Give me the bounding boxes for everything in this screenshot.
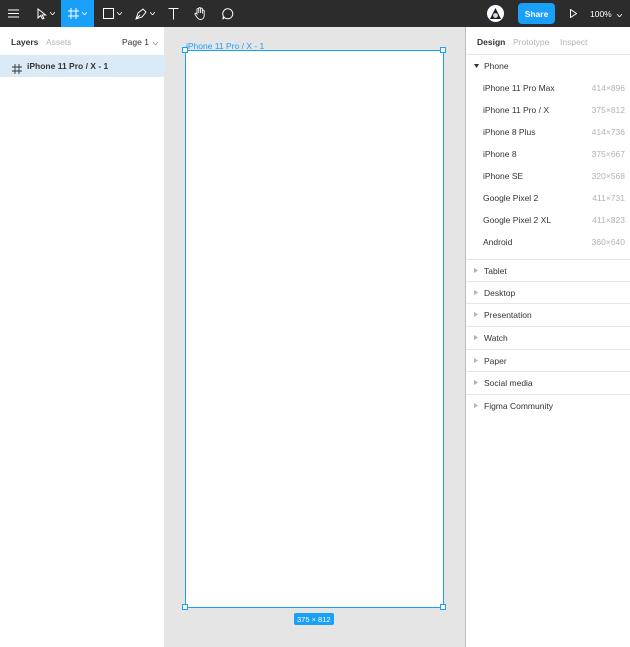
section-label: Presentation [484,309,532,320]
preset-iphone-se[interactable]: iPhone SE 320×568 [466,165,630,187]
frame-size-badge: 375 × 812 [294,613,334,625]
section-label: Paper [484,355,507,366]
preset-dims: 411×731 [592,193,625,203]
toolbar: Share 100% [0,0,630,27]
preset-name: iPhone SE [483,171,524,181]
section-label: Desktop [484,287,516,298]
preset-name: Google Pixel 2 [483,193,539,203]
comment-icon [222,7,234,20]
present-button[interactable] [565,0,581,27]
rectangle-icon [102,8,114,19]
shape-tool-button[interactable] [97,0,127,27]
resize-handle-top-left[interactable] [182,47,188,53]
resize-handle-bottom-left[interactable] [182,604,188,610]
pen-icon [135,7,147,20]
section-label: Figma Community [484,400,553,411]
preset-dims: 414×896 [591,83,625,93]
play-icon [569,9,577,18]
main-menu-button[interactable] [0,0,27,27]
preset-name: iPhone 11 Pro / X [483,105,549,115]
move-tool-button[interactable] [32,0,60,27]
preset-dims: 320×568 [591,171,625,181]
caret-right-icon [466,335,484,340]
preset-google-pixel-2[interactable]: Google Pixel 2 411×731 [466,187,630,209]
preset-iphone-8-plus[interactable]: iPhone 8 Plus 414×736 [466,121,630,143]
preset-dims: 375×812 [591,105,625,115]
layer-row[interactable]: iPhone 11 Pro / X - 1 [0,55,165,77]
chevron-down-icon [616,9,623,19]
preset-google-pixel-2-xl[interactable]: Google Pixel 2 XL 411×823 [466,209,630,231]
canvas[interactable]: iPhone 11 Pro / X - 1 375 × 812 [165,27,465,647]
section-tablet[interactable]: Tablet [466,259,630,281]
page-dropdown[interactable]: Page 1 [122,37,159,47]
text-tool-button[interactable] [162,0,184,27]
preset-dims: 414×736 [591,127,625,137]
caret-right-icon [466,358,484,363]
preset-iphone-8[interactable]: iPhone 8 375×667 [466,143,630,165]
caret-right-icon [466,312,484,317]
chevron-down-icon [150,12,155,15]
hand-icon [194,7,206,20]
caret-right-icon [466,380,484,385]
chevron-down-icon [152,37,159,47]
zoom-dropdown[interactable]: 100% [590,0,623,27]
section-presentation[interactable]: Presentation [466,303,630,325]
section-label: Tablet [484,265,507,276]
preset-name: iPhone 11 Pro Max [483,83,555,93]
group-phone-label: Phone [484,61,509,71]
preset-iphone-11-pro-x[interactable]: iPhone 11 Pro / X 375×812 [466,99,630,121]
chevron-down-icon [50,12,55,15]
tab-inspect[interactable]: Inspect [560,37,587,47]
tab-assets[interactable]: Assets [46,37,72,47]
preset-name: Android [483,237,513,247]
user-avatar[interactable] [487,5,504,22]
preset-dims: 411×823 [592,215,625,225]
preset-name: Google Pixel 2 XL [483,215,552,225]
section-paper[interactable]: Paper [466,349,630,371]
section-desktop[interactable]: Desktop [466,281,630,303]
tab-design[interactable]: Design [477,37,505,47]
caret-right-icon [466,268,484,273]
section-watch[interactable]: Watch [466,326,630,348]
cursor-icon [37,7,47,20]
caret-right-icon [466,403,484,408]
resize-handle-bottom-right[interactable] [440,604,446,610]
section-label: Watch [484,332,508,343]
zoom-label: 100% [590,8,612,19]
pen-tool-button[interactable] [130,0,160,27]
layers-panel: Layers Assets Page 1 iPhone 11 Pro / X -… [0,27,165,647]
hand-tool-button[interactable] [189,0,211,27]
caret-down-icon [466,64,484,68]
tab-layers[interactable]: Layers [11,37,38,47]
comment-tool-button[interactable] [217,0,239,27]
preset-dims: 375×667 [591,149,625,159]
page-label: Page 1 [122,37,149,47]
share-button[interactable]: Share [518,3,555,24]
tab-prototype[interactable]: Prototype [513,37,549,47]
hamburger-icon [8,9,19,18]
preset-android[interactable]: Android 360×640 [466,231,630,253]
group-phone[interactable]: Phone [466,55,630,77]
preset-name: iPhone 8 Plus [483,127,536,137]
preset-dims: 360×640 [591,237,625,247]
frame-icon [68,8,79,19]
frame-tool-button[interactable] [61,0,94,27]
section-label: Social media [484,377,533,388]
design-panel: Design Prototype Inspect Phone iPhone 11… [465,27,630,647]
preset-iphone-11-pro-max[interactable]: iPhone 11 Pro Max 414×896 [466,77,630,99]
phone-frame[interactable] [185,50,444,608]
caret-right-icon [466,290,484,295]
panel-tabs: Design Prototype Inspect [466,27,630,55]
frame-icon [12,61,22,74]
chevron-down-icon [116,12,122,15]
text-icon [168,7,179,20]
resize-handle-top-right[interactable] [440,47,446,53]
preset-name: iPhone 8 [483,149,517,159]
layer-name: iPhone 11 Pro / X - 1 [27,61,109,71]
section-social-media[interactable]: Social media [466,371,630,393]
section-figma-community[interactable]: Figma Community [466,394,630,416]
chevron-down-icon [82,12,87,15]
